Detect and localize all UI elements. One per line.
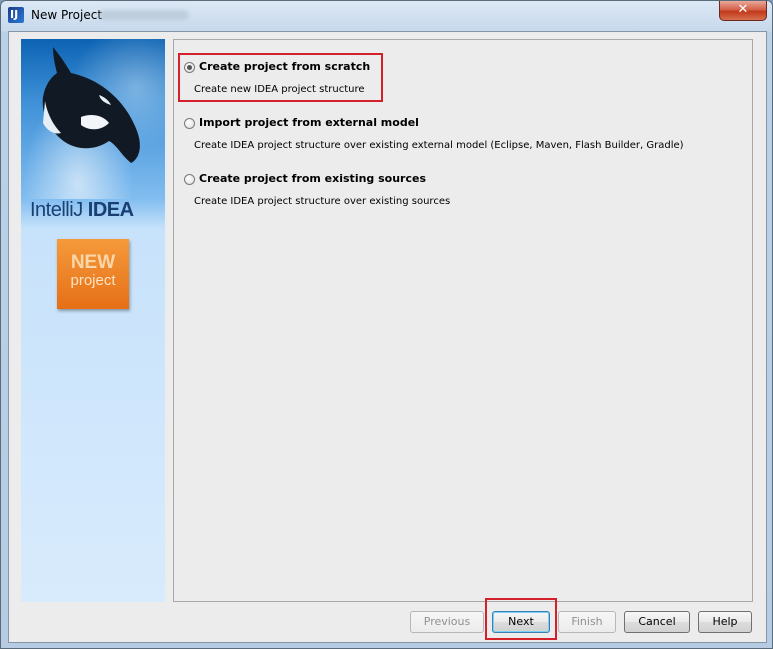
- previous-button[interactable]: Previous: [410, 611, 484, 633]
- brand-light-text: IntelliJ: [30, 199, 83, 221]
- radio-import-external-model[interactable]: [184, 118, 195, 129]
- orca-icon: [42, 47, 140, 163]
- intellij-idea-logo: IntelliJ IDEA: [30, 199, 134, 222]
- option-label[interactable]: Import project from external model: [199, 116, 419, 129]
- options-panel: Create project from scratch Create new I…: [173, 39, 753, 602]
- window-title: New Project: [31, 8, 103, 22]
- option-description: Create IDEA project structure over exist…: [194, 140, 684, 151]
- help-button[interactable]: Help: [698, 611, 752, 633]
- radio-create-from-scratch[interactable]: [184, 62, 195, 73]
- finish-button[interactable]: Finish: [558, 611, 616, 633]
- intellij-app-icon: IJ: [8, 7, 24, 23]
- option-label[interactable]: Create project from existing sources: [199, 172, 426, 185]
- option-description: Create IDEA project structure over exist…: [194, 196, 451, 207]
- badge-line1: NEW: [70, 252, 116, 273]
- new-project-badge: NEW project: [57, 239, 129, 309]
- new-project-dialog: IJ New Project ✕ IntelliJ IDEA NEW proje…: [0, 0, 773, 649]
- title-bar[interactable]: IJ New Project ✕: [1, 1, 772, 31]
- brand-bold-text: IDEA: [87, 199, 134, 221]
- option-description: Create new IDEA project structure: [194, 84, 365, 95]
- dialog-client-area: IntelliJ IDEA NEW project Create project…: [8, 31, 767, 643]
- next-button[interactable]: Next: [492, 611, 550, 633]
- close-button[interactable]: ✕: [719, 1, 767, 21]
- cancel-button[interactable]: Cancel: [624, 611, 690, 633]
- radio-existing-sources[interactable]: [184, 174, 195, 185]
- option-label[interactable]: Create project from scratch: [199, 60, 370, 73]
- badge-line2: project: [70, 272, 116, 289]
- wizard-sidebar: IntelliJ IDEA NEW project: [21, 39, 165, 602]
- title-blurred-text: [99, 10, 189, 20]
